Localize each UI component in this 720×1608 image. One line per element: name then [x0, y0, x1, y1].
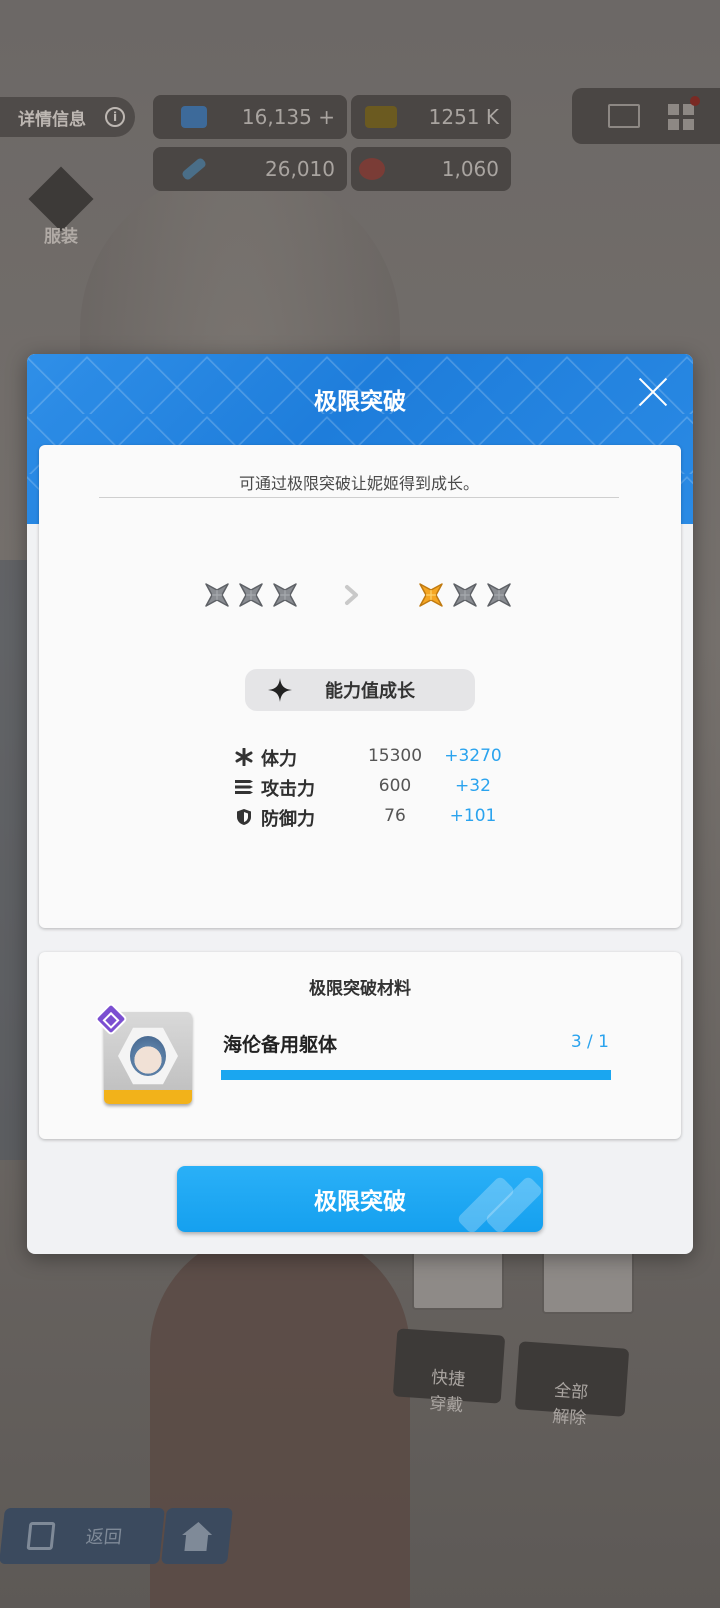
stat-row-attack: 攻击力 600 +32 — [235, 773, 535, 803]
star-empty-icon — [239, 583, 263, 607]
chevron-right-icon — [345, 585, 358, 605]
resource-syringe[interactable]: 26,010 — [153, 147, 347, 191]
quick-equip-button[interactable]: 快捷 穿戴 — [392, 1328, 506, 1416]
material-progress-bar — [221, 1070, 611, 1080]
costume-button[interactable]: 服装 — [28, 166, 94, 247]
exit-icon — [26, 1522, 56, 1550]
stat-value: 76 — [384, 806, 406, 826]
rarity-band — [104, 1090, 192, 1104]
shield-icon — [237, 809, 251, 825]
character-portrait-icon — [130, 1036, 166, 1076]
resource-value: 1,060 — [441, 157, 499, 181]
dialog-title: 极限突破 — [314, 389, 406, 415]
growth-panel: 可通过极限突破让妮姬得到成长。 能力值成长 体力 15300 +3270 攻击力… — [39, 445, 681, 928]
dialog-description: 可通过极限突破让妮姬得到成长。 — [238, 474, 479, 493]
bullets-icon — [235, 780, 253, 794]
material-count: 3 / 1 — [570, 1032, 609, 1052]
details-label: 详情信息 — [18, 109, 86, 130]
resource-ticket[interactable]: 1251 K — [351, 95, 511, 139]
material-name: 海伦备用躯体 — [223, 1034, 338, 1056]
info-icon: i — [105, 107, 125, 127]
stat-name: 攻击力 — [261, 779, 315, 800]
details-button[interactable]: 详情信息 i — [0, 97, 135, 137]
crystal-icon — [181, 106, 207, 128]
home-icon — [182, 1522, 214, 1535]
stat-increase: +101 — [449, 806, 497, 826]
stat-row-defense: 防御力 76 +101 — [235, 803, 535, 833]
home-button[interactable] — [161, 1508, 233, 1564]
stars-after — [417, 581, 513, 609]
mail-icon[interactable] — [608, 104, 640, 128]
resource-crystal[interactable]: 16,135 + — [153, 95, 347, 139]
star-empty-icon — [487, 583, 511, 607]
syringe-icon — [180, 156, 208, 182]
materials-panel: 极限突破材料 海伦备用躯体 3 / 1 — [39, 952, 681, 1139]
unequip-all-label: 全部 解除 — [551, 1380, 589, 1430]
materials-title: 极限突破材料 — [309, 979, 411, 999]
stat-increase: +32 — [455, 776, 491, 796]
stat-row-hp: 体力 15300 +3270 — [235, 743, 535, 773]
home-icon-base — [184, 1535, 209, 1551]
star-filled-icon — [419, 583, 443, 607]
quick-equip-label: 快捷 穿戴 — [428, 1367, 466, 1417]
sparkle-icon — [268, 678, 292, 702]
resource-value: 26,010 — [265, 157, 335, 181]
notification-dot — [690, 96, 700, 106]
growth-label: 能力值成长 — [325, 681, 415, 702]
growth-header: 能力值成长 — [245, 669, 475, 711]
resource-orb[interactable]: 1,060 — [351, 147, 511, 191]
limit-break-dialog: 极限突破 可通过极限突破让妮姬得到成长。 能力值成长 体力 15300 +327… — [27, 354, 693, 1254]
star-empty-icon — [453, 583, 477, 607]
back-label: 返回 — [84, 1527, 123, 1548]
back-button[interactable]: 返回 — [0, 1508, 165, 1564]
costume-label: 服装 — [44, 227, 78, 247]
stat-increase: +3270 — [444, 746, 502, 766]
stat-value: 600 — [378, 776, 412, 796]
resource-value: 1251 K — [428, 105, 499, 129]
limit-break-button-label: 极限突破 — [314, 1189, 406, 1215]
ticket-icon — [365, 106, 397, 128]
stat-value: 15300 — [367, 746, 423, 766]
star-empty-icon — [273, 583, 297, 607]
close-icon[interactable] — [637, 376, 669, 408]
menu-grid-icon[interactable] — [668, 104, 694, 130]
unequip-all-button[interactable]: 全部 解除 — [514, 1341, 630, 1429]
stat-name: 体力 — [261, 749, 297, 770]
top-right-menu — [572, 88, 720, 144]
star-empty-icon — [205, 583, 229, 607]
asterisk-icon — [235, 748, 253, 766]
stat-name: 防御力 — [261, 809, 315, 830]
stars-before — [203, 581, 299, 609]
stats-list: 体力 15300 +3270 攻击力 600 +32 防御力 76 +101 — [235, 743, 535, 833]
orb-icon — [359, 158, 385, 180]
resource-value: 16,135 + — [241, 105, 335, 129]
divider — [99, 497, 619, 498]
limit-break-button[interactable]: 极限突破 — [177, 1166, 543, 1232]
